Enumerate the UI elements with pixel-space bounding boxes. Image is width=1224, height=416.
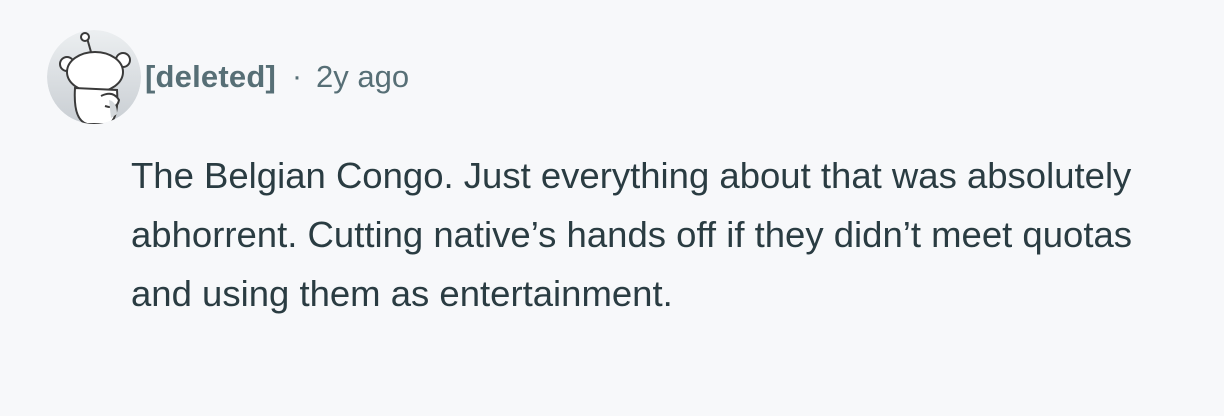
snoo-avatar-icon[interactable] (47, 30, 141, 124)
comment-text: The Belgian Congo. Just everything about… (131, 155, 1133, 314)
comment-timestamp[interactable]: 2y ago (316, 59, 409, 95)
comment-meta: [deleted] · 2y ago (145, 55, 409, 99)
author-name[interactable]: [deleted] (145, 59, 276, 95)
meta-separator: · (291, 60, 302, 93)
comment: [deleted] · 2y ago The Belgian Congo. Ju… (0, 0, 1224, 416)
comment-body: The Belgian Congo. Just everything about… (131, 146, 1171, 323)
